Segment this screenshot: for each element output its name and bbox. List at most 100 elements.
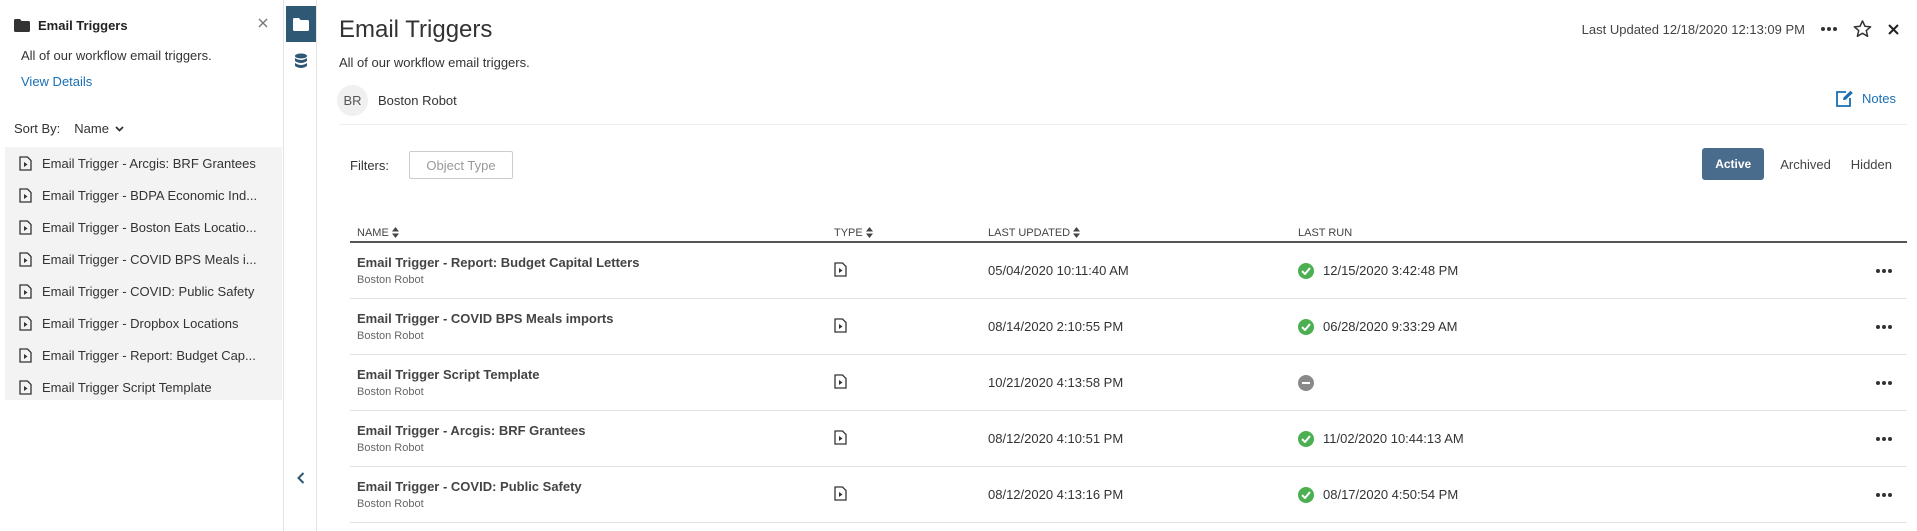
tab-active[interactable]: Active — [1702, 148, 1765, 180]
table-row[interactable]: Email Trigger - COVID BPS Meals imports … — [350, 299, 1907, 355]
row-updated: 08/14/2020 2:10:55 PM — [988, 319, 1124, 334]
list-item[interactable]: Email Trigger - Arcgis: BRF Grantees — [5, 147, 282, 179]
list-item[interactable]: Email Trigger - COVID BPS Meals i... — [5, 243, 282, 275]
filters: Filters: — [350, 151, 513, 179]
panel-header: Email Triggers — [14, 18, 128, 33]
row-updated: 10/21/2020 4:13:58 PM — [988, 375, 1124, 390]
script-file-icon — [19, 219, 32, 235]
script-file-icon — [19, 155, 32, 171]
close-icon — [1888, 23, 1899, 35]
row-title[interactable]: Email Trigger - COVID BPS Meals imports — [357, 311, 827, 326]
row-menu-button[interactable] — [1876, 324, 1892, 329]
divider — [339, 124, 1907, 125]
success-check-icon — [1298, 486, 1314, 503]
view-details-link[interactable]: View Details — [21, 74, 92, 89]
row-name-cell: Email Trigger - COVID BPS Meals imports … — [350, 311, 827, 342]
list-item[interactable]: Email Trigger Script Template — [5, 371, 282, 403]
column-label: Type — [834, 226, 863, 239]
column-header-last-updated[interactable]: Last Updated — [981, 227, 1291, 239]
table-header: Name Type Last Updated Last Run — [350, 224, 1907, 243]
list-item-label: Email Trigger - Boston Eats Locatio... — [42, 219, 257, 235]
folder-icon — [14, 19, 30, 32]
list-item-label: Email Trigger - Arcgis: BRF Grantees — [42, 155, 256, 171]
page-description: All of our workflow email triggers. — [339, 55, 530, 70]
column-label: Last Updated — [988, 226, 1071, 239]
row-title[interactable]: Email Trigger - COVID: Public Safety — [357, 479, 827, 494]
row-menu-button[interactable] — [1876, 380, 1892, 385]
tab-archived[interactable]: Archived — [1776, 149, 1835, 180]
avatar: BR — [337, 85, 368, 116]
close-panel-button[interactable] — [258, 18, 268, 28]
owner-name[interactable]: Boston Robot — [378, 93, 457, 108]
row-menu-button[interactable] — [1876, 436, 1892, 441]
table-row[interactable]: Email Trigger - Report: Budget Capital L… — [350, 243, 1907, 299]
list-item[interactable]: Email Trigger - Dropbox Locations — [5, 307, 282, 339]
script-file-icon — [834, 373, 847, 389]
list-item[interactable]: Email Trigger - BDPA Economic Ind... — [5, 179, 282, 211]
notes-button[interactable]: Notes — [1835, 90, 1896, 107]
column-header-name[interactable]: Name — [350, 227, 827, 239]
list-item[interactable]: Email Trigger - COVID: Public Safety — [5, 275, 282, 307]
list-item-label: Email Trigger - COVID BPS Meals i... — [42, 251, 257, 267]
success-check-icon — [1298, 430, 1314, 447]
script-file-icon — [834, 429, 847, 445]
row-run-cell: 08/17/2020 4:50:54 PM — [1291, 486, 1861, 503]
success-check-icon — [1298, 262, 1314, 279]
column-label: Last Run — [1298, 226, 1353, 239]
column-header-type[interactable]: Type — [827, 227, 981, 239]
row-updated-cell: 08/14/2020 2:10:55 PM — [981, 319, 1291, 334]
row-type-cell — [827, 485, 981, 504]
folder-icon — [293, 17, 309, 31]
more-options-button[interactable] — [1821, 27, 1837, 31]
sort-icon — [1073, 227, 1081, 238]
row-title[interactable]: Email Trigger Script Template — [357, 367, 827, 382]
list-item-label: Email Trigger - Report: Budget Cap... — [42, 347, 256, 363]
filters-label: Filters: — [350, 157, 389, 173]
row-updated: 05/04/2020 10:11:40 AM — [988, 263, 1129, 278]
triggers-table: Name Type Last Updated Last Run Email Tr… — [350, 224, 1907, 523]
row-updated: 08/12/2020 4:13:16 PM — [988, 487, 1124, 502]
row-last-run: 11/02/2020 10:44:13 AM — [1323, 431, 1464, 446]
table-row[interactable]: Email Trigger - COVID: Public Safety Bos… — [350, 467, 1907, 523]
folders-nav-button[interactable] — [286, 6, 316, 42]
row-menu-button[interactable] — [1876, 268, 1892, 273]
row-type-cell — [827, 373, 981, 392]
row-type-cell — [827, 429, 981, 448]
list-item[interactable]: Email Trigger - Boston Eats Locatio... — [5, 211, 282, 243]
row-last-run: 06/28/2020 9:33:29 AM — [1323, 319, 1458, 334]
row-menu-button[interactable] — [1876, 492, 1892, 497]
row-name-cell: Email Trigger Script Template Boston Rob… — [350, 367, 827, 398]
close-button[interactable] — [1888, 23, 1899, 35]
script-file-icon — [834, 317, 847, 333]
notes-label: Notes — [1862, 91, 1896, 106]
favorite-button[interactable] — [1853, 20, 1872, 38]
script-file-icon — [19, 251, 32, 267]
sort-value: Name — [74, 121, 109, 136]
table-row[interactable]: Email Trigger - Arcgis: BRF Grantees Bos… — [350, 411, 1907, 467]
sort-select[interactable]: Name — [74, 121, 124, 136]
tab-hidden[interactable]: Hidden — [1847, 149, 1896, 180]
row-owner: Boston Robot — [357, 442, 424, 454]
table-row[interactable]: Email Trigger Script Template Boston Rob… — [350, 355, 1907, 411]
row-owner: Boston Robot — [357, 386, 424, 398]
row-name-cell: Email Trigger - Arcgis: BRF Grantees Bos… — [350, 423, 827, 454]
row-run-cell: 12/15/2020 3:42:48 PM — [1291, 262, 1861, 279]
chevron-left-icon — [297, 472, 305, 484]
row-type-cell — [827, 317, 981, 336]
row-title[interactable]: Email Trigger - Arcgis: BRF Grantees — [357, 423, 827, 438]
panel-description: All of our workflow email triggers. — [21, 48, 212, 63]
page-title: Email Triggers — [339, 16, 493, 43]
row-run-cell: 06/28/2020 9:33:29 AM — [1291, 318, 1861, 335]
row-updated-cell: 10/21/2020 4:13:58 PM — [981, 375, 1291, 390]
row-last-run: 12/15/2020 3:42:48 PM — [1323, 263, 1459, 278]
row-title[interactable]: Email Trigger - Report: Budget Capital L… — [357, 255, 827, 270]
nav-rail — [285, 0, 317, 531]
row-owner: Boston Robot — [357, 274, 424, 286]
list-item[interactable]: Email Trigger - Report: Budget Cap... — [5, 339, 282, 371]
sort-by: Sort By: Name — [14, 121, 124, 136]
object-type-filter[interactable] — [409, 151, 513, 179]
database-nav-button[interactable] — [286, 44, 316, 80]
list-item-label: Email Trigger Script Template — [42, 379, 212, 395]
last-updated: Last Updated 12/18/2020 12:13:09 PM — [1581, 21, 1805, 37]
collapse-panel-button[interactable] — [285, 466, 317, 490]
